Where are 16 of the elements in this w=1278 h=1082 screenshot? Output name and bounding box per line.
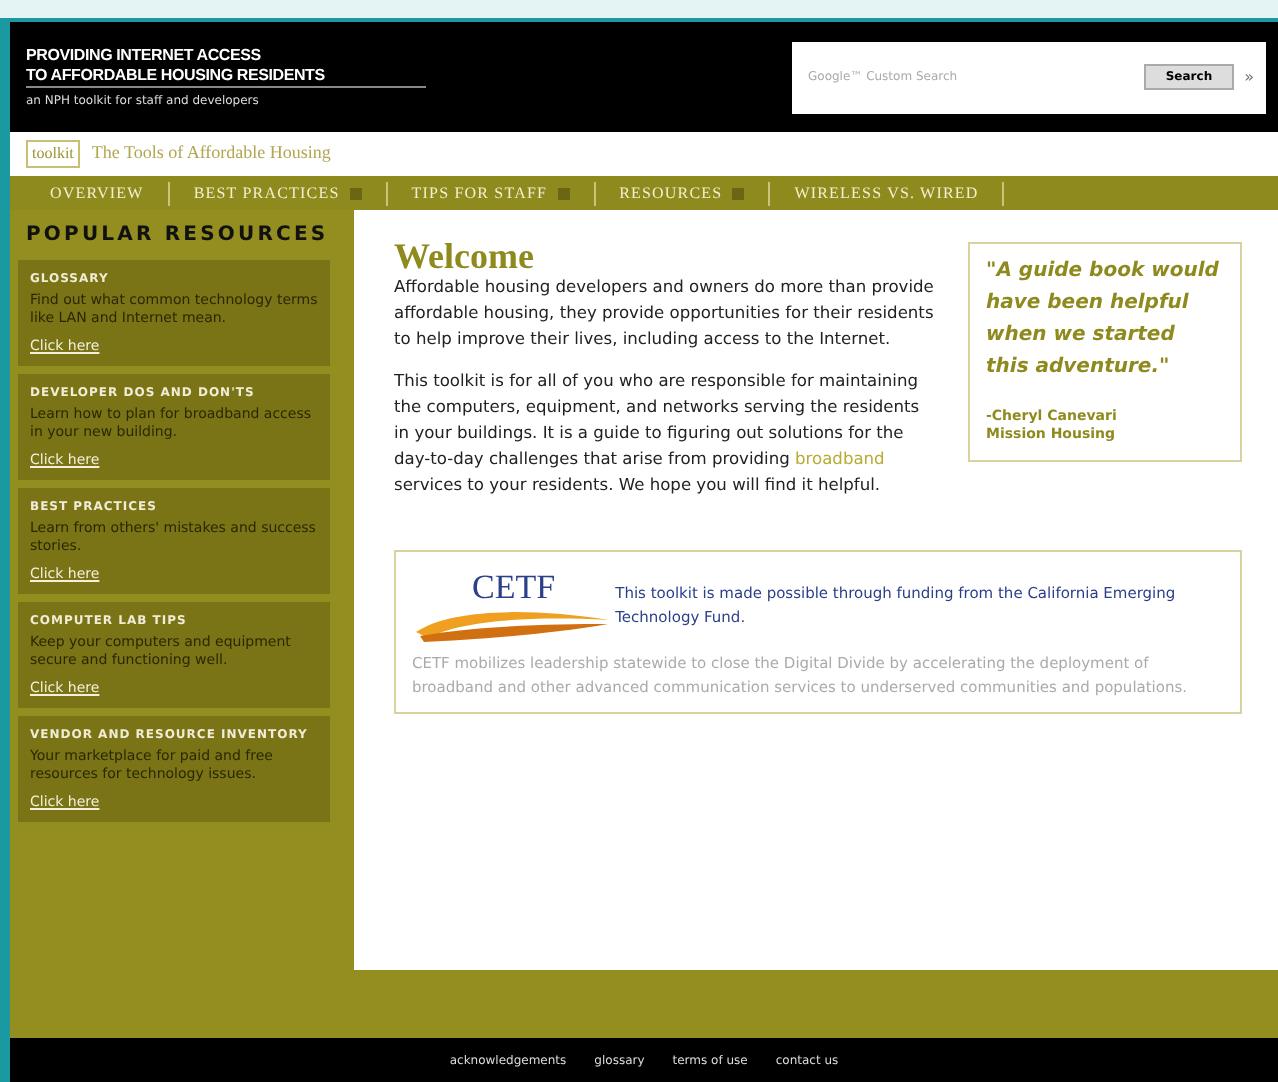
site-title: PROVIDING INTERNET ACCESS TO AFFORDABLE HOUSING RESIDENTS bbox=[26, 45, 426, 87]
sponsor-logo: CETF bbox=[472, 568, 556, 608]
nav-item[interactable]: OVERVIEW bbox=[26, 181, 170, 205]
nav-item[interactable]: RESOURCES bbox=[595, 181, 771, 205]
quote-text: "A guide book would have been helpful when we started this adventure." bbox=[986, 258, 1221, 382]
nav-item[interactable]: BEST PRACTICES bbox=[169, 181, 388, 205]
nav-item[interactable]: WIRELESS VS. WIRED bbox=[770, 181, 1005, 205]
nav-item[interactable]: TIPS FOR STAFF bbox=[387, 181, 596, 205]
inline-link[interactable]: broadband bbox=[795, 448, 885, 468]
toolkit-logo: toolkit bbox=[26, 140, 80, 168]
tagline: The Tools of Affordable Housing bbox=[91, 140, 331, 167]
more-link[interactable]: » bbox=[1244, 65, 1254, 89]
paragraph: Affordable housing developers and owners do more than provide affordable housing, they provide opportunities for their residents to help improve their lives, including access to the Internet. bbox=[394, 274, 936, 352]
paragraph: This toolkit is for all of you who are responsible for maintaining the computers, equipment, and networks serving the residents in your buildings. It is a guide to figuring out solutions for the day-to-day challenges that arise from providing broadband services to your residents. We hope you will find it helpful. bbox=[394, 368, 922, 498]
sidebar-heading: POPULAR RESOURCES bbox=[26, 224, 330, 248]
page-heading: Welcome bbox=[394, 238, 536, 274]
